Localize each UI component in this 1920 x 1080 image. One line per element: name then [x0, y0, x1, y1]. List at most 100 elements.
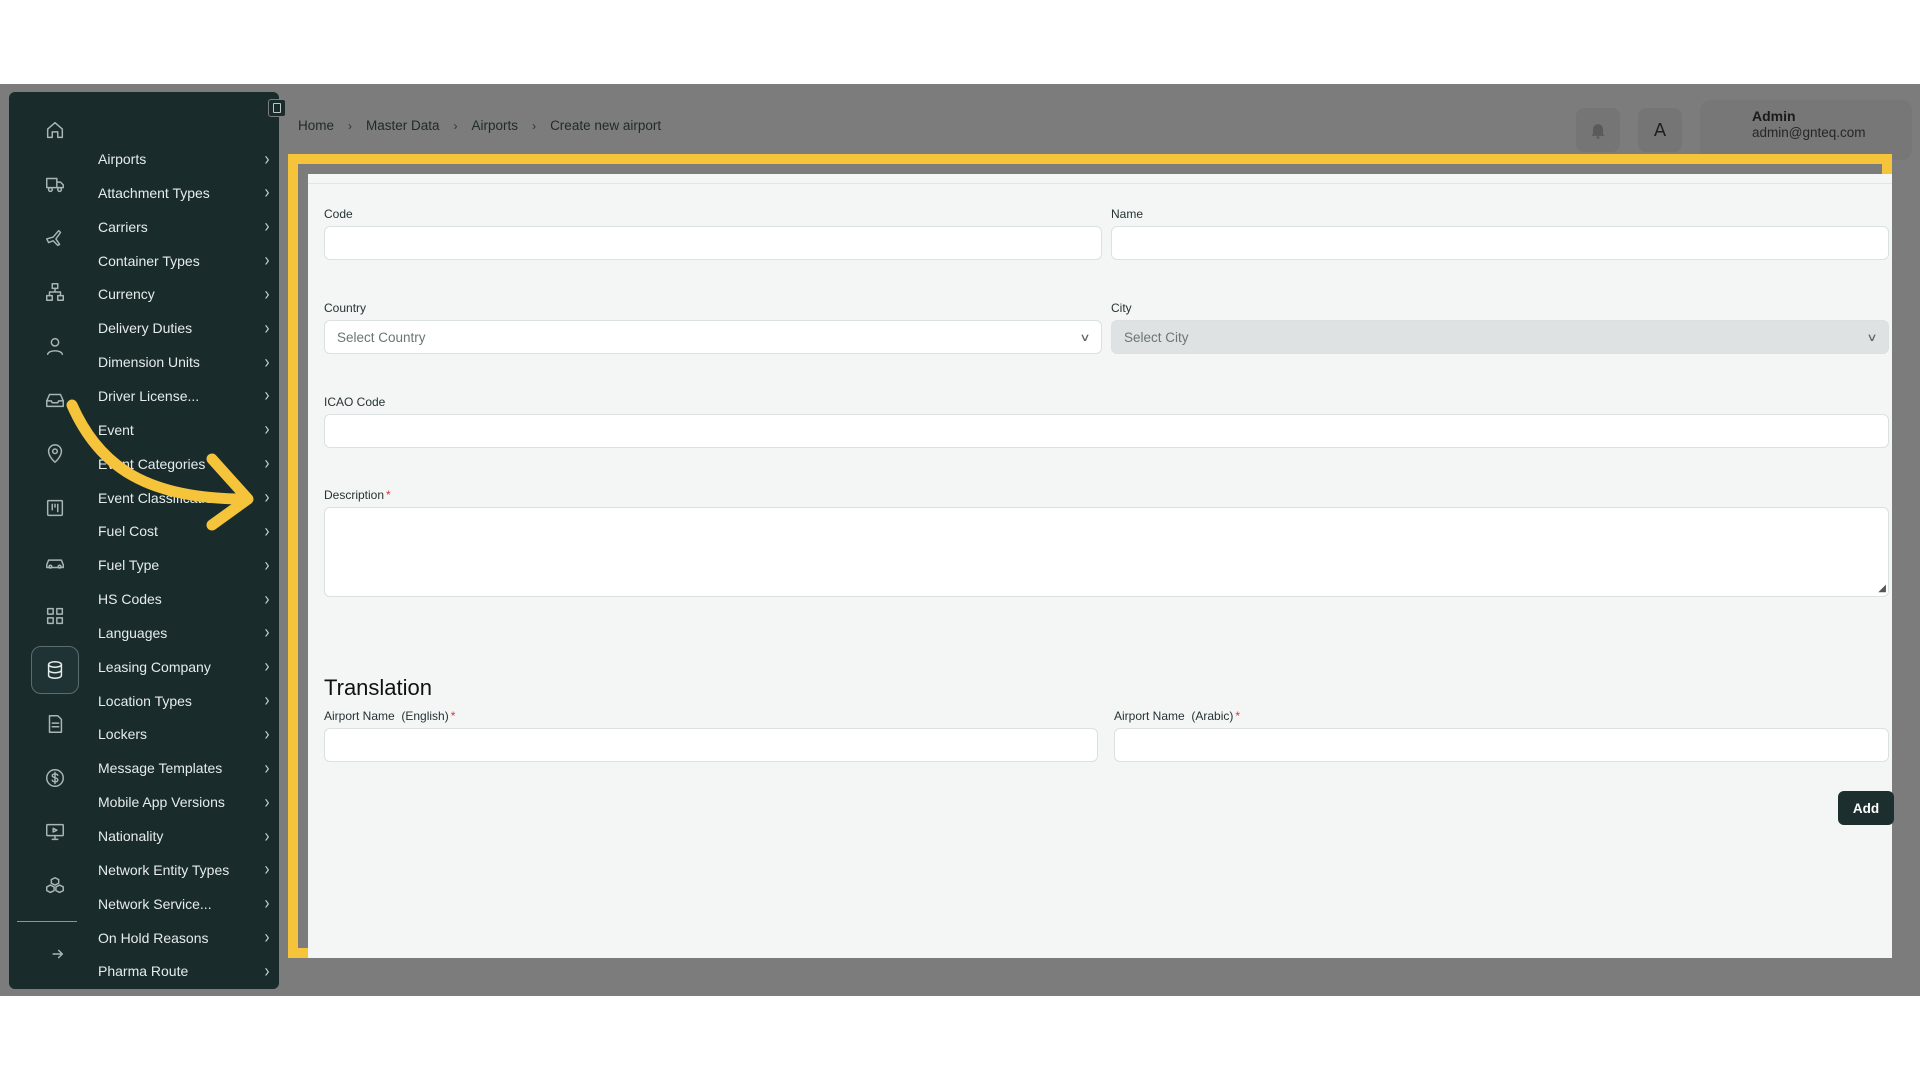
database-icon[interactable]	[31, 646, 79, 694]
sidebar-item-delivery-duties[interactable]: Delivery Duties ›	[98, 314, 274, 342]
airport-name-arabic-input[interactable]	[1114, 728, 1889, 762]
breadcrumb-home[interactable]: Home	[298, 118, 334, 133]
sidebar-item-label: Delivery Duties	[98, 320, 193, 337]
sidebar-collapse-button[interactable]	[268, 99, 286, 117]
sidebar-item-label: Leasing Company	[98, 658, 211, 675]
country-placeholder: Select Country	[337, 329, 426, 345]
sidebar-item-network-entity-types[interactable]: Network Entity Types ›	[98, 856, 274, 884]
sidebar-item-fuel-type[interactable]: Fuel Type ›	[98, 551, 274, 579]
sidebar-item-pharma-route[interactable]: Pharma Route ›	[98, 957, 274, 985]
icao-code-input[interactable]	[324, 414, 1889, 448]
sidebar-item-currency[interactable]: Currency ›	[98, 280, 274, 308]
annotation-arrow-icon	[66, 399, 254, 531]
sidebar-item-message-templates[interactable]: Message Templates ›	[98, 754, 274, 782]
chevron-right-icon: ›	[264, 622, 270, 644]
chevron-right-icon: ›	[264, 825, 270, 847]
airport-name-ar-label: Airport Name (Arabic) *	[1114, 709, 1240, 723]
breadcrumb-airports[interactable]: Airports	[472, 118, 519, 133]
chevron-right-icon: ›	[264, 216, 270, 237]
dollar-icon[interactable]	[31, 754, 79, 802]
truck-icon[interactable]	[31, 160, 79, 208]
chevron-right-icon: ›	[264, 554, 270, 576]
sidebar-item-network-service[interactable]: Network Service... ›	[98, 890, 274, 918]
chevron-down-icon: ∨	[1866, 331, 1878, 344]
app-window: Airports › Attachment Types › Carriers › Conta…	[0, 84, 1920, 996]
sidebar-item-label: Nationality	[98, 828, 164, 844]
sidebar-item-label: Network Service...	[98, 895, 212, 912]
sidebar-item-container-types[interactable]: Container Types ›	[98, 247, 274, 275]
breadcrumb: Home › Master Data › Airports › Create n…	[298, 118, 661, 133]
chevron-down-icon: ∨	[1079, 331, 1091, 344]
sidebar-item-on-hold-reasons[interactable]: On Hold Reasons ›	[98, 924, 274, 952]
create-airport-form: Code Name Country Select Country ∨ City …	[308, 174, 1894, 958]
sidebar-item-dimension-units[interactable]: Dimension Units ›	[98, 348, 274, 376]
sidebar-item-nationality[interactable]: Nationality ›	[98, 822, 274, 850]
sidebar-item-attachment-types[interactable]: Attachment Types ›	[98, 179, 274, 207]
sidebar-item-leasing-company[interactable]: Leasing Company ›	[98, 653, 274, 681]
sidebar-item-label: Container Types	[98, 252, 200, 269]
sidebar-item-label: Lockers	[98, 726, 148, 743]
logout-icon[interactable]	[31, 930, 79, 978]
network-icon[interactable]	[31, 268, 79, 316]
add-button[interactable]: Add	[1838, 791, 1894, 825]
user-profile[interactable]: Admin admin@gnteq.com	[1700, 100, 1912, 160]
sidebar-item-label: Mobile App Versions	[98, 794, 225, 811]
airport-name-ar-label-text: Airport Name (Arabic)	[1114, 709, 1234, 723]
user-icon[interactable]	[31, 322, 79, 370]
monitor-icon[interactable]	[31, 808, 79, 856]
required-mark: *	[450, 709, 456, 723]
country-label: Country	[324, 301, 367, 315]
chevron-right-icon: ›	[264, 893, 270, 914]
chevron-right-icon: ›	[264, 791, 270, 813]
chevron-right-icon: ›	[264, 385, 270, 407]
required-mark: *	[1235, 709, 1241, 723]
country-select[interactable]: Select Country ∨	[324, 320, 1102, 354]
sidebar-item-label: Message Templates	[98, 760, 223, 777]
breadcrumb-separator: ›	[532, 118, 537, 133]
icon-rail	[9, 92, 93, 989]
breadcrumb-master-data[interactable]: Master Data	[366, 118, 440, 133]
city-select[interactable]: Select City ∨	[1111, 320, 1889, 354]
airport-name-en-label-text: Airport Name (English)	[324, 709, 449, 723]
description-textarea[interactable]: ◢	[324, 507, 1889, 597]
sidebar-item-label: Airports	[98, 151, 147, 167]
home-icon[interactable]	[31, 106, 79, 154]
boxes-icon[interactable]	[31, 862, 79, 910]
sidebar-item-label: Languages	[98, 624, 168, 641]
chevron-right-icon: ›	[264, 284, 270, 305]
required-mark: *	[386, 488, 391, 502]
translate-icon[interactable]: A	[1638, 108, 1682, 152]
sidebar-item-hs-codes[interactable]: HS Codes ›	[98, 585, 274, 613]
chevron-right-icon: ›	[264, 927, 270, 948]
chevron-right-icon: ›	[264, 521, 270, 542]
chevron-right-icon: ›	[264, 182, 270, 204]
sidebar-item-carriers[interactable]: Carriers ›	[98, 213, 274, 241]
chevron-right-icon: ›	[264, 453, 270, 474]
sidebar-item-location-types[interactable]: Location Types ›	[98, 687, 274, 715]
sidebar-item-label: Network Entity Types	[98, 861, 230, 878]
user-email: admin@gnteq.com	[1752, 125, 1866, 140]
translation-heading: Translation	[324, 675, 433, 700]
city-placeholder: Select City	[1124, 329, 1189, 345]
plane-icon[interactable]	[31, 214, 79, 262]
document-icon[interactable]	[31, 700, 79, 748]
sidebar-item-languages[interactable]: Languages ›	[98, 619, 274, 647]
name-label: Name	[1111, 207, 1144, 221]
sidebar-item-label: Carriers	[98, 218, 148, 235]
chevron-right-icon: ›	[264, 351, 270, 373]
sidebar-item-label: HS Codes	[98, 591, 162, 608]
airport-name-english-input[interactable]	[324, 728, 1098, 762]
sidebar-item-airports[interactable]: Airports ›	[98, 145, 274, 173]
sidebar-item-mobile-app-versions[interactable]: Mobile App Versions ›	[98, 788, 274, 816]
sidebar-item-label: Dimension Units	[98, 354, 200, 371]
name-input[interactable]	[1111, 226, 1889, 260]
bell-icon[interactable]	[1576, 108, 1620, 152]
resize-handle-icon[interactable]: ◢	[1878, 583, 1886, 594]
grid-icon[interactable]	[31, 592, 79, 640]
rail-divider	[17, 921, 77, 922]
chevron-right-icon: ›	[264, 318, 270, 339]
car-icon[interactable]	[31, 538, 79, 586]
sidebar-item-label: Fuel Type	[98, 557, 160, 574]
sidebar-item-lockers[interactable]: Lockers ›	[98, 720, 274, 748]
code-input[interactable]	[324, 226, 1102, 260]
